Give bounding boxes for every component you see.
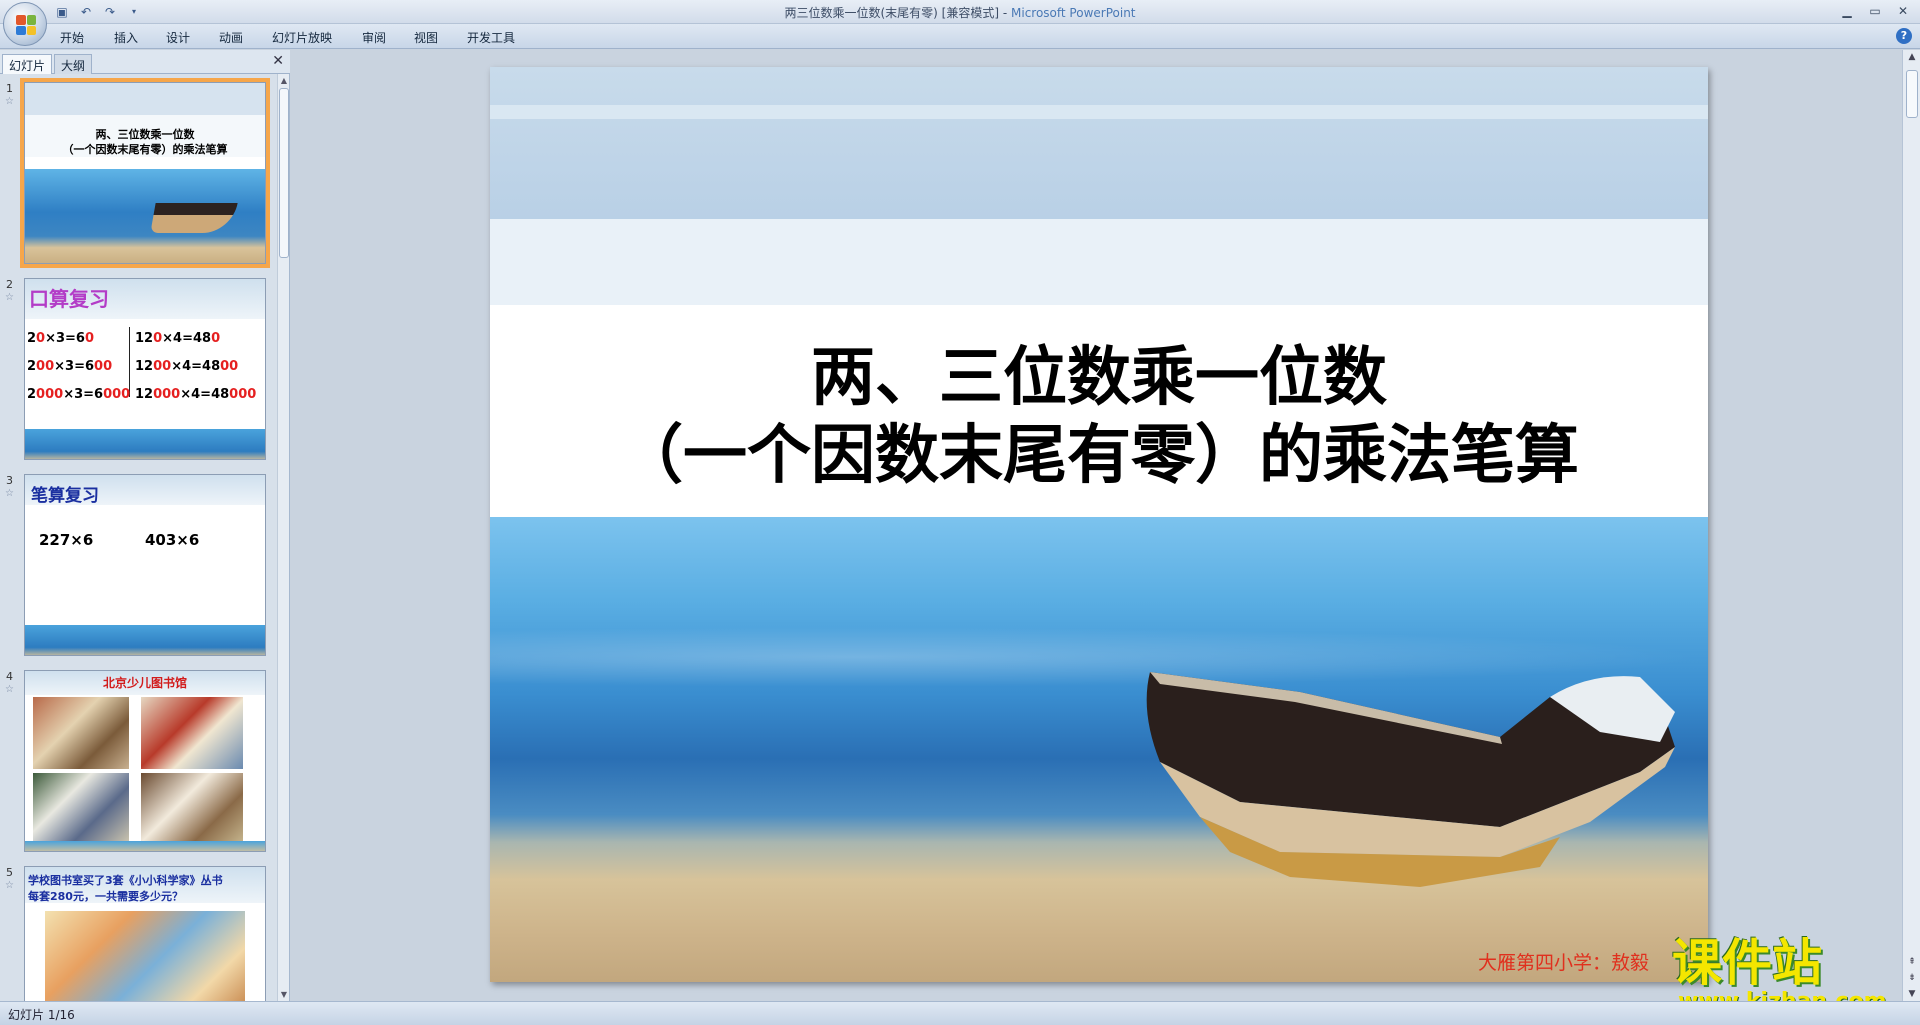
author-text[interactable]: 大雁第四小学：敖毅 <box>1478 948 1649 975</box>
tab-view[interactable]: 视图 <box>414 29 438 46</box>
tab-developer[interactable]: 开发工具 <box>467 29 515 46</box>
watermark-text: 课件站 <box>1672 934 1822 992</box>
transition-icon: ☆ <box>5 880 14 891</box>
transition-icon: ☆ <box>5 96 14 107</box>
slide-number: 2 <box>6 278 13 291</box>
close-icon[interactable]: ✕ <box>1890 1 1916 21</box>
thumb-text: 403×6 <box>145 531 200 549</box>
scroll-down-icon[interactable]: ▼ <box>278 990 290 999</box>
maximize-icon[interactable]: ▭ <box>1862 1 1888 21</box>
thumb-text: 1200×4=4800 <box>135 359 239 374</box>
photo-image <box>33 697 129 769</box>
office-logo-icon <box>16 15 36 35</box>
help-icon[interactable]: ? <box>1896 28 1912 44</box>
tab-slideshow[interactable]: 幻灯片放映 <box>272 29 332 46</box>
thumb-text: 2000×3=6000 <box>27 387 131 402</box>
thumb-title-line2: （一个因数末尾有零）的乘法笔算 <box>62 143 228 156</box>
tab-slides[interactable]: 幻灯片 <box>2 54 53 74</box>
thumb-text: 120×4=480 <box>135 331 221 346</box>
thumb-text: 12000×4=48000 <box>135 387 257 402</box>
scroll-down-icon[interactable]: ▼ <box>1903 989 1920 999</box>
slide-thumbnail-5[interactable]: 学校图书室买了3套《小小科学家》丛书 每套280元，一共需要多少元？ <box>24 866 266 1001</box>
tab-review[interactable]: 审阅 <box>362 29 386 46</box>
tab-animation[interactable]: 动画 <box>219 29 243 46</box>
thumb-heading: 笔算复习 <box>31 486 99 506</box>
slide-number: 1 <box>6 82 13 95</box>
slide-number: 3 <box>6 474 13 487</box>
thumb-text: 200×3=600 <box>27 359 113 374</box>
thumbnail-scrollbar[interactable]: ▲ ▼ <box>277 74 289 1001</box>
scroll-thumb[interactable] <box>1906 70 1918 118</box>
ribbon-tabs: 开始 插入 设计 动画 幻灯片放映 审阅 视图 开发工具 ? <box>0 24 1920 49</box>
slide-number: 5 <box>6 866 13 879</box>
photo-image <box>141 773 243 845</box>
thumb-heading: 口算复习 <box>29 287 109 311</box>
slide-number: 4 <box>6 670 13 683</box>
next-slide-icon[interactable]: ⇟ <box>1903 973 1920 983</box>
status-bar: 幻灯片 1/16 <box>0 1001 1920 1025</box>
previous-slide-icon[interactable]: ⇞ <box>1903 957 1920 967</box>
thumb-text: 每套280元，一共需要多少元？ <box>28 890 183 903</box>
scroll-thumb[interactable] <box>279 88 289 258</box>
close-icon[interactable]: ✕ <box>272 53 284 69</box>
slide-thumbnail-3[interactable]: 笔算复习 227×6 403×6 <box>24 474 266 656</box>
kjzhan-watermark-logo: 课件站 www.kjzhan.com <box>1672 923 1902 1014</box>
window-controls: ▁ ▭ ✕ <box>1834 1 1916 21</box>
slide-counter: 幻灯片 1/16 <box>8 1008 75 1022</box>
slide-editor: 两、三位数乘一位数 （一个因数末尾有零）的乘法笔算 大雁第四小学：敖毅 <box>292 50 1900 1001</box>
slide-title-line1[interactable]: 两、三位数乘一位数 <box>490 339 1708 417</box>
transition-icon: ☆ <box>5 488 14 499</box>
illustration-image <box>45 911 245 1001</box>
current-slide[interactable]: 两、三位数乘一位数 （一个因数末尾有零）的乘法笔算 大雁第四小学：敖毅 <box>490 67 1708 982</box>
thumb-text: 学校图书室买了3套《小小科学家》丛书 <box>28 874 223 887</box>
thumbnail-list: 1 ☆ 两、三位数乘一位数 （一个因数末尾有零）的乘法笔算 2 ☆ 口算复习 2… <box>0 74 275 1001</box>
boat-image <box>1120 652 1680 892</box>
tab-design[interactable]: 设计 <box>166 29 190 46</box>
slide-thumbnail-2[interactable]: 口算复习 20×3=60 200×3=600 2000×3=6000 120×4… <box>24 278 266 460</box>
slide-thumbnail-4[interactable]: 北京少儿图书馆 <box>24 670 266 852</box>
window-title: 两三位数乘一位数(末尾有零) [兼容模式] - Microsoft PowerP… <box>784 6 1136 20</box>
slides-panel: 幻灯片 大纲 ✕ 1 ☆ 两、三位数乘一位数 （一个因数末尾有零）的乘法笔算 2… <box>0 50 290 1001</box>
tab-insert[interactable]: 插入 <box>114 29 138 46</box>
photo-image <box>141 697 243 769</box>
office-button[interactable] <box>3 2 47 46</box>
transition-icon: ☆ <box>5 292 14 303</box>
photo-image <box>33 773 129 845</box>
transition-icon: ☆ <box>5 684 14 695</box>
scroll-up-icon[interactable]: ▲ <box>278 76 290 85</box>
tab-outline[interactable]: 大纲 <box>54 54 93 74</box>
panel-tabs: 幻灯片 大纲 ✕ <box>0 50 290 74</box>
thumb-heading: 北京少儿图书馆 <box>102 676 187 690</box>
thumb-text: 227×6 <box>39 531 94 549</box>
tab-home[interactable]: 开始 <box>60 29 84 46</box>
editor-scrollbar[interactable]: ▲ ⇞ ⇟ ▼ <box>1902 50 1920 1001</box>
slide-thumbnail-1[interactable]: 两、三位数乘一位数 （一个因数末尾有零）的乘法笔算 <box>20 78 270 268</box>
thumb-text: 20×3=60 <box>27 331 95 346</box>
title-bar: ▣ ↶ ↷ ▾ 两三位数乘一位数(末尾有零) [兼容模式] - Microsof… <box>0 0 1920 24</box>
slide-title-line2[interactable]: （一个因数末尾有零）的乘法笔算 <box>490 417 1708 495</box>
scroll-up-icon[interactable]: ▲ <box>1903 52 1920 62</box>
minimize-icon[interactable]: ▁ <box>1834 1 1860 21</box>
thumb-title-line1: 两、三位数乘一位数 <box>95 128 195 141</box>
